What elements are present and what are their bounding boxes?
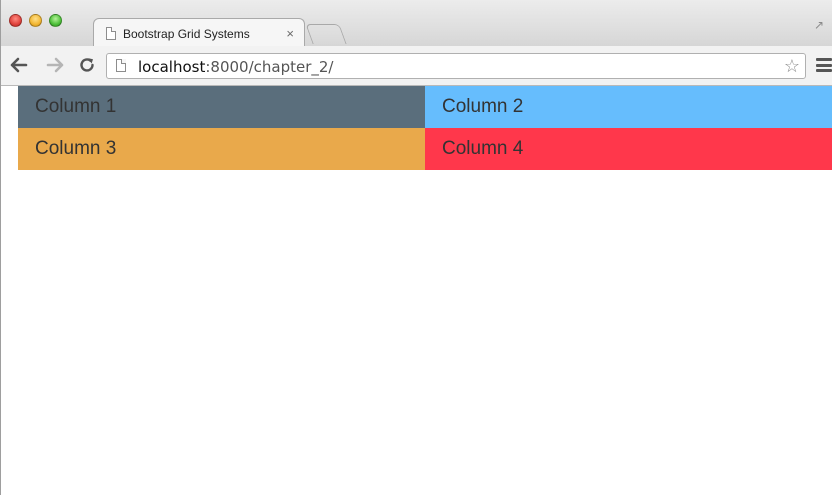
grid-column-1: Column 1 <box>18 86 425 128</box>
menu-icon[interactable] <box>816 58 832 72</box>
back-arrow-icon <box>10 57 28 73</box>
page-icon <box>116 59 126 72</box>
title-bar: Bootstrap Grid Systems × ↗ <box>1 0 832 48</box>
zoom-window-button[interactable] <box>49 14 62 27</box>
grid-row: Column 1 Column 2 <box>18 86 832 128</box>
url-host: localhost <box>138 58 206 76</box>
window-controls <box>9 14 62 27</box>
back-button[interactable] <box>8 54 30 76</box>
reload-icon <box>80 58 94 72</box>
url-path: :8000/chapter_2/ <box>205 58 334 76</box>
close-window-button[interactable] <box>9 14 22 27</box>
url-text[interactable]: localhost:8000/chapter_2/ <box>138 58 333 76</box>
new-tab-button[interactable] <box>305 24 347 44</box>
grid-row: Column 3 Column 4 <box>18 128 832 170</box>
tab-title: Bootstrap Grid Systems <box>123 26 250 41</box>
forward-button[interactable] <box>44 54 66 76</box>
reload-button[interactable] <box>76 54 98 76</box>
browser-toolbar: localhost:8000/chapter_2/ ☆ <box>1 46 832 86</box>
grid-column-3: Column 3 <box>18 128 425 170</box>
address-bar[interactable]: localhost:8000/chapter_2/ ☆ <box>106 53 806 79</box>
tab-active[interactable]: Bootstrap Grid Systems × <box>93 18 305 48</box>
browser-window: Bootstrap Grid Systems × ↗ localhost:800… <box>0 0 832 495</box>
bookmark-star-icon[interactable]: ☆ <box>784 56 800 76</box>
grid-column-4: Column 4 <box>425 128 832 170</box>
fullscreen-icon[interactable]: ↗ <box>814 18 828 32</box>
page-content: Column 1 Column 2 Column 3 Column 4 <box>1 86 832 495</box>
grid-column-2: Column 2 <box>425 86 832 128</box>
tab-close-icon[interactable]: × <box>286 26 294 41</box>
page-icon <box>106 27 116 40</box>
minimize-window-button[interactable] <box>29 14 42 27</box>
bootstrap-grid: Column 1 Column 2 Column 3 Column 4 <box>18 86 832 170</box>
forward-arrow-icon <box>46 57 64 73</box>
